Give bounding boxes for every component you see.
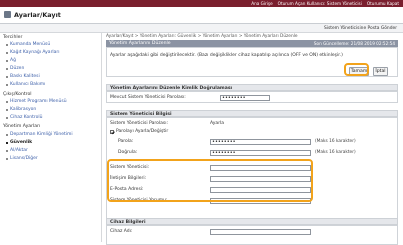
page-title: Ayarlar/Kayıt bbox=[14, 11, 61, 19]
main-content: Ayarlar/Kayıt > Yönetim Ayarları: Güvenl… bbox=[104, 33, 403, 245]
bullet-icon bbox=[6, 52, 8, 54]
sidebar-item-service-menu[interactable]: Hizmet Programı Menüsü bbox=[10, 99, 67, 104]
sidebar-item-user-maintenance[interactable]: Kullanıcı Bakımı bbox=[10, 82, 45, 87]
sidebar-item-department-id[interactable]: Departman Kimliği Yönetimi bbox=[10, 132, 73, 137]
notice-text: Ayarlar aşağıdaki gibi değiştirilecektir… bbox=[110, 53, 343, 58]
confirm-label: Doğrula: bbox=[118, 150, 138, 155]
bullet-icon bbox=[6, 109, 8, 111]
bullet-icon bbox=[6, 68, 8, 70]
current-password-label: Mevcut Sistem Yöneticisi Parolası: bbox=[110, 95, 186, 100]
change-password-label: Parolayı Ayarla/Değiştir bbox=[116, 129, 169, 134]
logout-link[interactable]: Oturumu Kapat bbox=[367, 1, 399, 6]
device-name-input[interactable] bbox=[210, 228, 311, 235]
sidebar-item-layout[interactable]: Düzen bbox=[10, 66, 24, 71]
sidebar: Tercihler Kumanda Menüsü Kağıt Kaynağı A… bbox=[0, 33, 102, 242]
home-link[interactable]: Ana Girişe bbox=[251, 1, 272, 6]
sidebar-item-device-control[interactable]: Cihaz Kontrolü bbox=[10, 115, 43, 120]
verify-section-title: Yönetim Ayarlarını Düzenle Kimlik Doğrul… bbox=[110, 85, 233, 91]
user-bar: Sistem Yöneticisine Posta Gönder bbox=[0, 24, 403, 33]
bullet-icon bbox=[6, 158, 8, 160]
panel-header: Yönetim Ayarlarını Düzenle Son Güncellem… bbox=[106, 40, 398, 47]
bullet-icon bbox=[6, 76, 8, 78]
verify-section-header: Yönetim Ayarlarını Düzenle Kimlik Doğrul… bbox=[106, 84, 398, 91]
admin-fields-highlight bbox=[107, 159, 313, 202]
bullet-icon bbox=[6, 101, 8, 103]
password-label: Parola: bbox=[118, 139, 134, 144]
device-name-label: Cihaz Adı: bbox=[110, 229, 133, 234]
sysadmin-section-title: Sistem Yöneticisi Bilgisi bbox=[110, 111, 172, 117]
top-bar: Ana Girişe Oturum Açan Kullanıcı: Sistem… bbox=[0, 0, 403, 7]
last-updated: Son Güncelleme: 21/08 2019 02:52:54 bbox=[313, 41, 395, 46]
sidebar-item-network[interactable]: Ağ bbox=[10, 58, 16, 63]
settings-app-icon bbox=[4, 11, 11, 18]
bullet-icon bbox=[6, 150, 8, 152]
breadcrumb: Ayarlar/Kayıt > Yönetim Ayarları: Güvenl… bbox=[106, 34, 298, 39]
confirm-password-input[interactable]: •••••••• bbox=[210, 149, 311, 156]
panel-title: Yönetim Ayarlarını Düzenle bbox=[109, 41, 171, 46]
sysadmin-password-label: Sistem Yöneticisi Parolası: bbox=[110, 121, 168, 126]
device-box: Cihaz Adı: bbox=[106, 225, 398, 242]
sidebar-section-management: Yönetim Ayarları bbox=[3, 124, 41, 129]
cancel-button[interactable]: İptal bbox=[373, 67, 388, 76]
change-password-checkbox[interactable] bbox=[110, 130, 114, 134]
sidebar-item-print-quality[interactable]: Baskı Kalitesi bbox=[10, 74, 40, 79]
sidebar-item-import-export[interactable]: Al/Aktar bbox=[10, 148, 28, 153]
ok-highlight bbox=[344, 63, 369, 76]
sidebar-item-paper-source[interactable]: Kağıt Kaynağı Ayarları bbox=[10, 50, 60, 55]
mail-admin-link[interactable]: Sistem Yöneticisine Posta Gönder bbox=[324, 26, 397, 31]
device-section-header: Cihaz Bilgileri bbox=[106, 218, 398, 225]
password-input[interactable]: •••••••• bbox=[210, 138, 311, 145]
bullet-icon bbox=[6, 134, 8, 136]
sidebar-item-calibration[interactable]: Kalibrasyon bbox=[10, 107, 36, 112]
sidebar-item-control-menu[interactable]: Kumanda Menüsü bbox=[10, 42, 50, 47]
sidebar-section-output: Çıkış/Kontrol bbox=[3, 92, 32, 97]
bullet-icon bbox=[6, 142, 8, 144]
current-password-input[interactable]: •••••••• bbox=[220, 94, 270, 101]
password-hint: (Maks 16 karakter) bbox=[315, 139, 356, 144]
sidebar-section-preferences: Tercihler bbox=[3, 35, 23, 40]
confirm-hint: (Maks 16 karakter) bbox=[315, 150, 356, 155]
logged-user-label: Oturum Açan Kullanıcı: Sistem Yöneticisi bbox=[277, 1, 362, 6]
sysadmin-section-header: Sistem Yöneticisi Bilgisi bbox=[106, 110, 398, 117]
bullet-icon bbox=[6, 84, 8, 86]
sysadmin-password-status: Ayarla bbox=[210, 121, 225, 126]
device-section-title: Cihaz Bilgileri bbox=[110, 219, 146, 225]
bullet-icon bbox=[6, 60, 8, 62]
bullet-icon bbox=[6, 117, 8, 119]
bullet-icon bbox=[6, 44, 8, 46]
verify-box: Mevcut Sistem Yöneticisi Parolası: •••••… bbox=[106, 91, 398, 103]
sidebar-item-security[interactable]: Güvenlik bbox=[10, 140, 32, 145]
sidebar-item-license-other[interactable]: Lisans/Diğer bbox=[10, 156, 38, 161]
